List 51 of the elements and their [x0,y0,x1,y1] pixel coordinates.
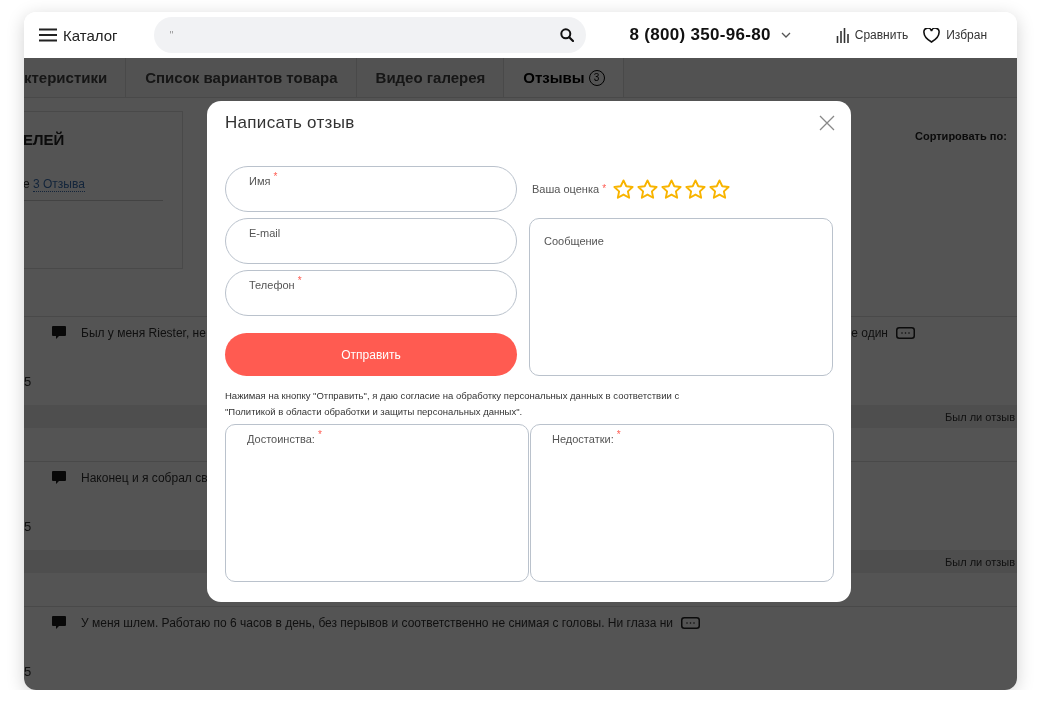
submit-button[interactable]: Отправить [225,333,517,376]
input-field[interactable] [225,218,517,264]
catalog-button[interactable]: Каталог [39,26,118,44]
field-label: Достоинства: * [247,429,322,447]
input-field[interactable] [225,270,517,316]
search-field[interactable]: " [153,17,586,53]
helpful-prompt: Был ли отзыв [945,410,1015,423]
star-icon[interactable] [636,177,660,201]
review-rating: 5 [24,664,33,679]
close-icon [819,115,835,131]
chevron-down-icon [780,32,791,38]
review-text: Был у меня Riester, не [81,325,206,340]
field-label: E-mail [249,226,281,241]
heart-icon [923,27,941,43]
tab[interactable]: ктеристики [24,58,127,97]
favorites-link[interactable]: Избран [923,27,988,43]
message-field[interactable]: Сообщение [529,218,833,376]
search-icon[interactable] [559,28,574,42]
menu-icon [39,28,57,42]
star-icon[interactable] [708,177,732,201]
consent-text: Нажимая на кнопку "Отправить", я даю согласие на обработку персональных данных в соответствии с "Политикой в области обработки и защиты персональных данных". [225,389,681,419]
cons-field[interactable] [530,424,834,582]
star-icon[interactable] [660,177,684,201]
review-rating: 5 [24,519,33,534]
comment-icon [51,325,67,340]
star-icon[interactable] [684,177,708,201]
input-field[interactable] [225,166,517,212]
review-text: Наконец и я собрал св [81,470,208,485]
phone-number[interactable]: 8 (800) 350-96-80 [629,25,791,45]
field-label: Имя * [249,171,278,189]
dialog-title: Написать отзыв [225,113,355,133]
field-label: Телефон * [249,275,302,293]
compare-link[interactable]: Сравнить [835,27,909,43]
more-icon[interactable] [896,326,915,339]
comment-icon [51,615,67,630]
review-rating: 5 [24,374,33,389]
star-icon[interactable] [612,177,636,201]
reviews-link[interactable]: 3 Отзыва [33,177,85,192]
bar-chart-icon [835,27,849,43]
pros-field[interactable] [225,424,529,582]
rating-label: Ваша оценка * [532,183,607,195]
summary-text: е 3 Отзыва [24,177,163,201]
review-text: е один [851,325,888,340]
close-button[interactable] [819,115,835,131]
helpful-prompt: Был ли отзыв [945,555,1015,568]
more-icon[interactable] [681,616,700,629]
sort-label: Сортировать по: [915,130,1008,142]
review-text: У меня шлем. Работаю по 6 часов в день, без перывов и соответственно не снимая с головы. Ни глаза ни [81,615,673,630]
comment-icon [51,470,67,485]
field-label: Недостатки: * [552,429,621,447]
summary-title: ЕЛЕЙ [24,131,66,148]
